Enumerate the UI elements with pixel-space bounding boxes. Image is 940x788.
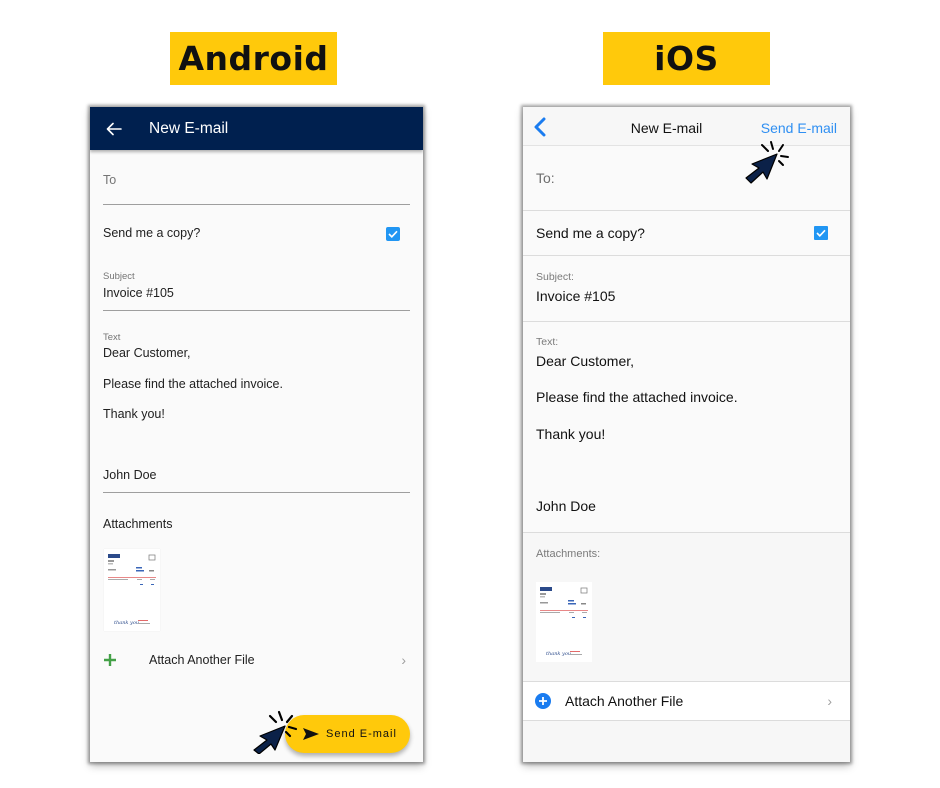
attach-another-label: Attach Another File — [565, 693, 684, 709]
chevron-right-icon: › — [827, 693, 832, 709]
android-title: New E-mail — [149, 119, 229, 137]
subject-label: Subject: — [536, 271, 574, 283]
attachments-label: Attachments: — [536, 548, 601, 560]
to-field[interactable]: To — [103, 167, 410, 205]
text-line: John Doe — [103, 468, 157, 482]
text-line: Please find the attached invoice. — [103, 377, 283, 391]
text-line: John Doe — [536, 498, 596, 514]
android-app-bar: New E-mail — [90, 107, 423, 150]
invoice-thumbnail[interactable]: thank you — [104, 549, 160, 631]
send-email-label: Send E-mail — [326, 728, 397, 740]
svg-text:thank you: thank you — [546, 651, 571, 657]
text-line: Dear Customer, — [536, 353, 635, 369]
text-field[interactable]: Text: Dear Customer, Please find the att… — [523, 322, 850, 533]
chevron-right-icon: › — [401, 652, 406, 668]
subject-label: Subject — [103, 271, 135, 282]
plus-icon — [103, 653, 117, 667]
text-line: Thank you! — [103, 407, 165, 421]
subject-field[interactable]: Subject: Invoice #105 — [523, 256, 850, 322]
send-copy-checkbox[interactable] — [814, 226, 828, 240]
send-copy-checkbox[interactable] — [386, 227, 400, 241]
text-label: Text — [103, 332, 121, 343]
attach-another-file-row[interactable]: Attach Another File › — [103, 650, 410, 670]
send-copy-row[interactable]: Send me a copy? — [523, 211, 850, 256]
attachments-label: Attachments — [103, 517, 173, 531]
android-screen: New E-mail To Send me a copy? Subject In… — [90, 107, 423, 762]
to-placeholder: To — [103, 173, 117, 187]
text-field[interactable]: Text Dear Customer, Please find the atta… — [103, 332, 410, 493]
invoice-thumbnail[interactable]: thank you — [536, 582, 592, 662]
subject-field[interactable]: Subject Invoice #105 — [103, 271, 410, 311]
subject-value: Invoice #105 — [103, 286, 174, 300]
send-copy-row[interactable]: Send me a copy? — [103, 225, 410, 245]
ios-screen: New E-mail Send E-mail To: Send me a cop… — [523, 107, 850, 762]
check-icon — [388, 230, 398, 238]
subject-value: Invoice #105 — [536, 288, 616, 304]
send-email-button[interactable]: Send E-mail — [761, 120, 837, 136]
text-label: Text: — [536, 336, 559, 348]
text-line: Please find the attached invoice. — [536, 389, 738, 405]
svg-text:thank you: thank you — [114, 620, 139, 626]
attachments-heading: Attachments — [103, 515, 410, 533]
attach-another-label: Attach Another File — [149, 653, 255, 667]
text-line: Dear Customer, — [103, 346, 191, 360]
click-cursor-icon — [253, 710, 298, 754]
attach-another-file-row[interactable]: Attach Another File › — [523, 681, 850, 721]
to-placeholder: To: — [536, 170, 555, 186]
text-line: Thank you! — [536, 426, 606, 442]
send-copy-label: Send me a copy? — [536, 225, 645, 241]
ios-nav-bar: New E-mail Send E-mail — [523, 107, 850, 146]
ios-label: iOS — [603, 32, 770, 85]
click-cursor-icon — [745, 141, 789, 184]
to-field[interactable]: To: — [523, 146, 850, 211]
android-label: Android — [170, 32, 337, 85]
plus-circle-icon — [535, 693, 551, 709]
arrow-left-icon[interactable] — [104, 119, 124, 139]
check-icon — [816, 229, 826, 237]
send-email-fab[interactable]: Send E-mail — [285, 715, 410, 753]
send-copy-label: Send me a copy? — [103, 226, 201, 240]
send-icon — [302, 727, 320, 741]
